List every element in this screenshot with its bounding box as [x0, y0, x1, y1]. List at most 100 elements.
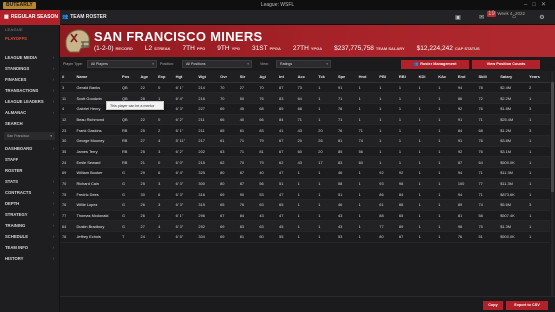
calendar-nav-icon[interactable]: ▣ [451, 14, 465, 21]
column-header[interactable]: RBl [396, 71, 417, 83]
sidebar-item-team-info[interactable]: TEAM INFO › [0, 242, 59, 253]
column-header[interactable]: Ovr [218, 71, 238, 83]
table-cell: 1 [436, 220, 456, 233]
column-header[interactable]: Agi [257, 71, 278, 83]
season-badge[interactable]: ▦ REGULAR SEASON [0, 10, 60, 25]
team-select[interactable]: San Francisco ▾ [4, 132, 55, 140]
roster-management-button[interactable]: 👥 Roster Management [401, 59, 469, 69]
table-row[interactable]: 12 Beau Richmond QB 22 0 6' 2" 211 66 40 66 84 71 1 7… [60, 114, 550, 126]
sidebar-item-transactions[interactable]: TRANSACTIONS › [0, 85, 59, 96]
sidebar-item-schedule[interactable]: SCHEDULE › [0, 231, 59, 242]
column-header[interactable]: Hgt [173, 71, 197, 83]
table-cell: 81 [237, 231, 258, 243]
table-row[interactable]: 30 George Mooney RB 27 4 5' 11" 217 61 71 79 67 20 2… [60, 135, 550, 147]
chevron-right-icon: › [52, 190, 54, 195]
sidebar-item-history[interactable]: HISTORY › [0, 253, 59, 264]
column-header[interactable]: Pos [119, 71, 139, 83]
table-cell: 6' 3" [173, 199, 197, 211]
column-header[interactable]: Int [277, 71, 296, 83]
player-name-cell[interactable]: Emile Seward [74, 156, 120, 168]
position-label: Position: [160, 61, 174, 66]
table-row[interactable]: 77 Thomas Mcdonald G 26 2 6' 1" 296 67 84 43 47 1 1 4… [60, 210, 550, 222]
player-name-cell[interactable]: Dustin Bradbury [74, 220, 120, 233]
column-header[interactable]: Hnd [356, 71, 378, 83]
home-icon[interactable]: ⌂ [507, 14, 521, 21]
column-header[interactable]: Exp [156, 71, 174, 83]
settings-icon[interactable]: ⚙ [535, 14, 549, 21]
player-name-cell[interactable]: Jeffrey Echols [74, 231, 120, 243]
sidebar-item-standings[interactable]: STANDINGS › [0, 63, 59, 74]
column-header[interactable]: KDi [416, 71, 437, 83]
table-row[interactable]: 64 Dustin Bradbury G 27 4 6' 3" 292 69 83 63 45 1 1 4… [60, 220, 550, 233]
player-name-cell[interactable]: Willie Lopez [74, 199, 120, 211]
sidebar-item-search[interactable]: SEARCH [0, 118, 59, 129]
sidebar-item-depth[interactable]: DEPTH › [0, 198, 59, 209]
sidebar-item-almanac[interactable]: ALMANAC › [0, 107, 59, 118]
sidebar-item-training[interactable]: TRAINING › [0, 220, 59, 231]
player-name-cell[interactable]: William Booker [74, 167, 120, 179]
table-cell: 3 [156, 178, 174, 190]
inbox-icon[interactable]: ✉19 [479, 11, 496, 21]
table-scrollbar-thumb[interactable] [551, 82, 554, 192]
table-row[interactable]: 35 James Terry RB 25 3 6' 2" 202 63 71 81 67 60 20 85… [60, 146, 550, 158]
column-header[interactable]: Years [527, 71, 550, 83]
maximize-icon[interactable]: □ [532, 2, 541, 8]
table-cell: 43 [295, 124, 317, 136]
sidebar-item-roster[interactable]: ROSTER [0, 165, 59, 176]
table-row[interactable]: 76 Willie Lopez G 26 3 6' 3" 315 65 76 63 65 1 1 46 1 6… [60, 199, 550, 211]
table-row[interactable]: 70 Richard Cain G 25 3 6' 3" 300 80 87 56 51 1 1 58 1 9… [60, 178, 550, 190]
column-header[interactable]: # [60, 71, 75, 83]
column-header[interactable]: PBl [377, 71, 397, 83]
player-name-cell[interactable]: George Mooney [74, 135, 120, 147]
player-name-cell[interactable]: Richard Cain [74, 178, 120, 190]
table-row[interactable]: 69 William Booker G 29 6 6' 4" 325 80 87 40 47 1 1 46… [60, 167, 550, 179]
cap-value: $12,224,242 [416, 45, 453, 52]
table-cell: 1 [295, 188, 317, 201]
view-position-counts-button[interactable]: View Position Counts [472, 59, 540, 69]
table-cell: T [119, 231, 139, 243]
sidebar-item-contracts[interactable]: CONTRACTS › [0, 187, 59, 198]
view-select[interactable]: Ratings ▾ [276, 60, 331, 68]
player-name-cell[interactable]: Gerald Banks [74, 82, 120, 94]
sidebar-item-playoffs[interactable]: PLAYOFFS [0, 33, 59, 44]
close-icon[interactable]: ✕ [541, 2, 551, 8]
column-header[interactable]: Salary [498, 71, 528, 83]
table-row[interactable]: 3 Gerald Banks QB 22 0 6' 1" 214 70 27 70 87 73 1 91 1… [60, 82, 550, 94]
sidebar-item-finances[interactable]: FINANCES › [0, 74, 59, 85]
player-name-cell[interactable]: Fredric Dees [74, 188, 120, 201]
table-row[interactable]: 75 Fredric Dees G 30 6 6' 3" 316 69 90 53 47 1 1 51 1 8… [60, 188, 550, 201]
column-header[interactable]: Acc [295, 71, 317, 83]
sidebar-item-league-media[interactable]: LEAGUE MEDIA › [0, 52, 59, 63]
sidebar-item-league-leaders[interactable]: LEAGUE LEADERS › [0, 96, 59, 107]
player-type-select[interactable]: All Players ▾ [87, 60, 157, 68]
position-select[interactable]: All Positions ▾ [182, 60, 252, 68]
column-header[interactable]: Tck [316, 71, 336, 83]
table-row[interactable]: 78 Jeffrey Echols T 24 1 6' 5" 304 69 81 60 55 1 1 53… [60, 231, 550, 243]
table-cell: 26 [316, 135, 336, 147]
sidebar-item-stats[interactable]: STATS › [0, 176, 59, 187]
table-cell: 30 [60, 135, 75, 147]
copy-button[interactable]: Copy [483, 301, 503, 310]
table-cell: 3 [60, 82, 75, 94]
player-name-cell[interactable]: James Terry [74, 146, 120, 158]
column-header[interactable]: Age [138, 71, 157, 83]
chevron-right-icon: › [52, 99, 54, 104]
player-name-cell[interactable]: Frank Gaskins [74, 124, 120, 136]
sidebar-item-strategy[interactable]: STRATEGY › [0, 209, 59, 220]
column-header[interactable]: Wgt [196, 71, 219, 83]
table-cell: 214 [196, 82, 219, 94]
export-csv-button[interactable]: Export to CSV [506, 301, 548, 310]
sidebar-item-staff[interactable]: STAFF [0, 154, 59, 165]
column-header[interactable]: KAc [436, 71, 456, 83]
column-header[interactable]: Spe [335, 71, 357, 83]
sidebar-item-dashboard[interactable]: DASHBOARD › [0, 143, 59, 154]
player-name-cell[interactable]: Thomas Mcdonald [74, 210, 120, 222]
column-header[interactable]: Skill [476, 71, 499, 83]
ypg-value: 9TH [217, 45, 230, 52]
player-name-cell[interactable]: Beau Richmond [74, 114, 120, 126]
column-header[interactable]: Name [74, 71, 120, 83]
table-row[interactable]: 23 Frank Gaskins RB 25 2 6' 1" 211 65 61 83 41 43 20… [60, 124, 550, 136]
column-header[interactable]: End [455, 71, 477, 83]
column-header[interactable]: Str [237, 71, 258, 83]
table-row[interactable]: 24 Emile Seward RB 21 0 6' 0" 215 62 70 79 62 43 17 8… [60, 156, 550, 168]
